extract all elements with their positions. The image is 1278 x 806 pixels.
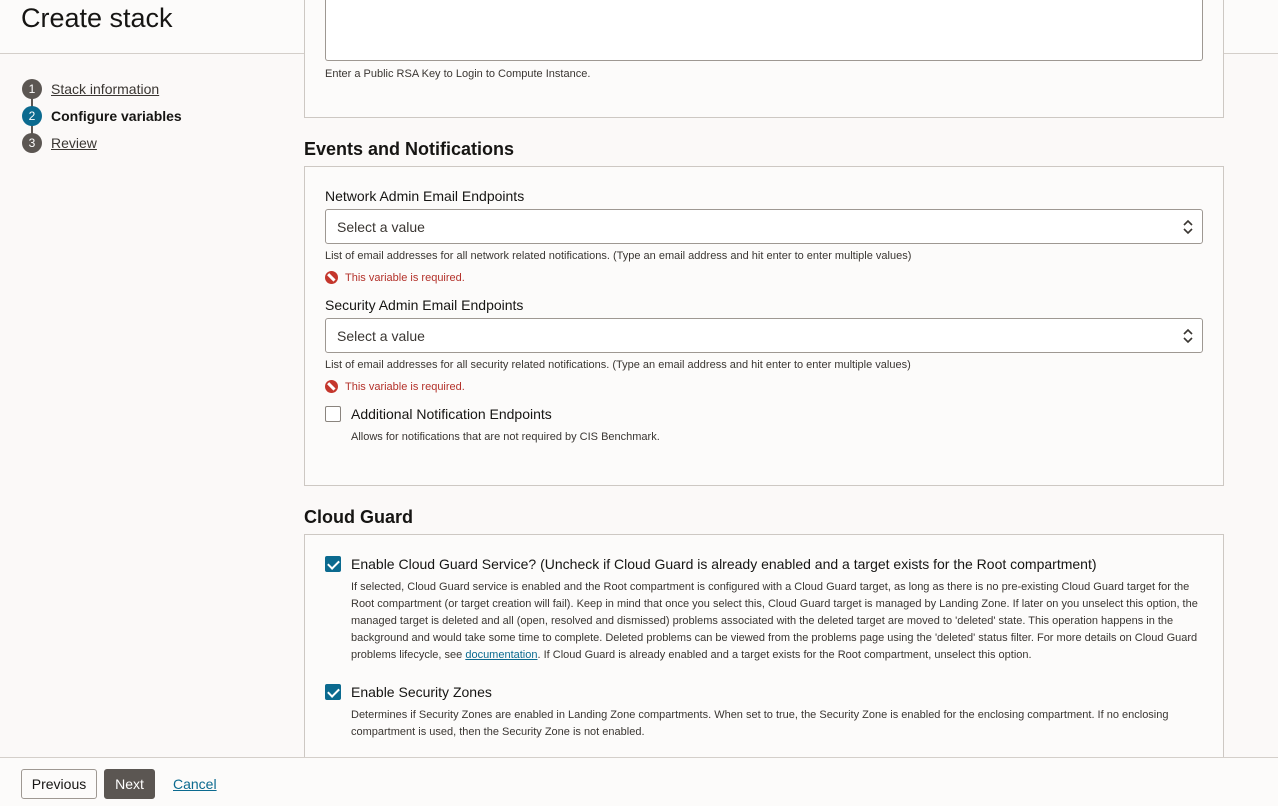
additional-notification-label[interactable]: Additional Notification Endpoints [351, 406, 552, 422]
step-label[interactable]: Stack information [51, 81, 159, 97]
select-placeholder: Select a value [337, 328, 425, 344]
error-text: This variable is required. [345, 380, 465, 393]
step-number: 2 [22, 105, 42, 126]
network-admin-email-select[interactable]: Select a value [325, 209, 1203, 244]
additional-notification-help: Allows for notifications that are not re… [351, 431, 660, 443]
enable-cloud-guard-label[interactable]: Enable Cloud Guard Service? (Uncheck if … [351, 556, 1097, 572]
step-number: 3 [22, 132, 42, 153]
step-number: 1 [22, 78, 42, 99]
chevron-up-down-icon [1183, 328, 1193, 344]
network-admin-email-help: List of email addresses for all network … [325, 250, 912, 262]
wizard-footer: Previous Next Cancel [0, 757, 1278, 806]
page-title: Create stack [21, 3, 173, 33]
help-text: . If Cloud Guard is already enabled and … [537, 649, 1032, 661]
previous-button[interactable]: Previous [21, 769, 97, 799]
enable-cloud-guard-help: If selected, Cloud Guard service is enab… [351, 579, 1201, 664]
network-admin-email-error: This variable is required. [325, 271, 465, 284]
enable-security-zones-checkbox[interactable] [325, 684, 341, 700]
additional-notification-checkbox[interactable] [325, 406, 341, 422]
error-text: This variable is required. [345, 271, 465, 284]
enable-cloud-guard-checkbox[interactable] [325, 556, 341, 572]
step-label[interactable]: Review [51, 135, 97, 151]
security-admin-email-error: This variable is required. [325, 380, 465, 393]
cancel-link[interactable]: Cancel [173, 776, 217, 792]
security-admin-email-help: List of email addresses for all security… [325, 359, 911, 371]
chevron-up-down-icon [1183, 219, 1193, 235]
cloud-guard-section-title: Cloud Guard [304, 507, 413, 527]
step-configure-variables: 2 Configure variables [22, 102, 182, 129]
next-button[interactable]: Next [104, 769, 155, 799]
enable-security-zones-help: Determines if Security Zones are enabled… [351, 709, 1169, 738]
public-key-input[interactable] [325, 0, 1203, 61]
enable-security-zones-label[interactable]: Enable Security Zones [351, 684, 492, 700]
step-review[interactable]: 3 Review [22, 129, 182, 156]
step-stack-information[interactable]: 1 Stack information [22, 75, 182, 102]
security-admin-email-label: Security Admin Email Endpoints [325, 297, 524, 313]
error-icon [325, 271, 338, 284]
select-placeholder: Select a value [337, 219, 425, 235]
events-section-title: Events and Notifications [304, 139, 515, 159]
network-admin-email-label: Network Admin Email Endpoints [325, 188, 525, 204]
public-key-help: Enter a Public RSA Key to Login to Compu… [325, 68, 591, 80]
step-label: Configure variables [51, 107, 182, 124]
error-icon [325, 380, 338, 393]
step-navigation: 1 Stack information 2 Configure variable… [22, 75, 182, 156]
security-admin-email-select[interactable]: Select a value [325, 318, 1203, 353]
documentation-link[interactable]: documentation [465, 649, 537, 661]
